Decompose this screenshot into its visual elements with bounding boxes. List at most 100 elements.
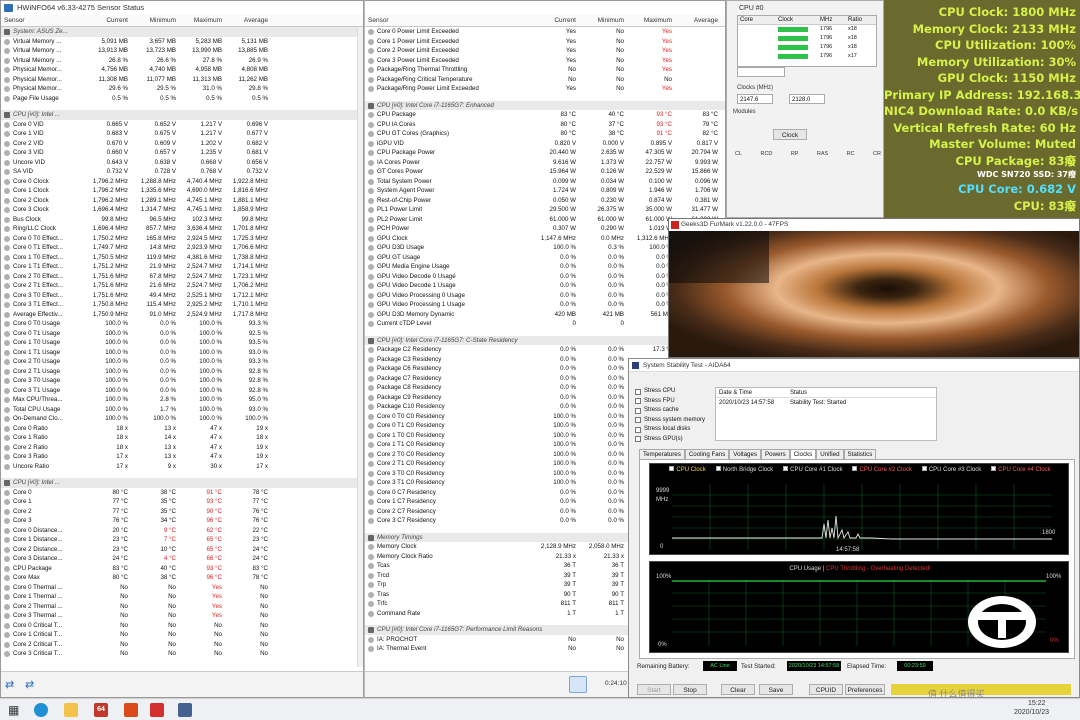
legend-item[interactable]: CPU Core #3 Clock bbox=[921, 466, 981, 473]
nav-left-icon[interactable]: ⇄ bbox=[5, 678, 14, 691]
col-header-current[interactable]: Current bbox=[523, 15, 579, 26]
legend-checkbox[interactable] bbox=[921, 466, 927, 471]
section-header[interactable]: CPU [#0]: Intel Core i7-1165G7: Enhanced bbox=[365, 100, 725, 110]
sensor-row[interactable]: Core 3 T0 Usage 100.0 % 0.0 % 100.0 % 92.8 % bbox=[1, 376, 363, 386]
sensor-row[interactable]: Bus Clock 99.8 MHz 96.5 MHz 102.3 MHz 99.8 M… bbox=[1, 215, 363, 225]
sensor-row[interactable]: Virtual Memory ... 5,091 MB 3,657 MB 5,283 … bbox=[1, 37, 363, 47]
sensor-row[interactable]: Core Max 80 °C 38 °C 96 °C 78 °C bbox=[1, 573, 363, 583]
stop-button[interactable]: Stop bbox=[673, 684, 707, 695]
hwinfo64-icon[interactable]: 64 bbox=[94, 703, 108, 717]
stress-checkbox[interactable] bbox=[635, 388, 641, 395]
legend-checkbox[interactable] bbox=[715, 466, 721, 471]
hwinfo-title-bar[interactable]: HWiNFO64 v6.33-4275 Sensor Status bbox=[1, 1, 363, 15]
sensor-row[interactable]: Core 2 Clock 1,796.2 MHz 1,289.1 MHz 4,745.… bbox=[1, 196, 363, 206]
sensor-row[interactable]: Core 0 T1 Effect... 1,749.7 MHz 14.8 MHz 2,… bbox=[1, 243, 363, 253]
sensor-row[interactable]: Core 0 T0 Effect... 1,750.2 MHz 165.8 MHz 2… bbox=[1, 234, 363, 244]
sensor-row[interactable]: Core 3 76 °C 34 °C 96 °C 76 °C bbox=[1, 516, 363, 526]
legend-checkbox[interactable] bbox=[669, 466, 675, 471]
preferences-button[interactable]: Preferences bbox=[845, 684, 885, 695]
stress-checkbox[interactable] bbox=[635, 426, 641, 433]
sensor-row[interactable]: Core 3 Clock 1,696.4 MHz 1,314.7 MHz 4,745.… bbox=[1, 205, 363, 215]
cpuz-dropdown[interactable] bbox=[737, 67, 785, 77]
legend-item[interactable]: CPU Core #4 Clock bbox=[991, 466, 1051, 473]
section-header[interactable]: System: ASUS Ze... bbox=[1, 27, 363, 37]
sensor-row[interactable]: CPU Package 83 °C 40 °C 93 °C 83 °C bbox=[1, 564, 363, 574]
sensor-row[interactable]: IA Cores Power 9.616 W 1.373 W 22.757 W 9.99… bbox=[365, 158, 725, 168]
cpuz-clock-button[interactable]: Clock bbox=[773, 129, 807, 140]
aida64-icon[interactable] bbox=[150, 703, 164, 717]
hwinfo-left-scrollbar[interactable] bbox=[357, 27, 363, 667]
legend-checkbox[interactable] bbox=[852, 466, 858, 471]
stress-option[interactable]: Stress cache bbox=[635, 406, 715, 416]
sensor-row[interactable]: Core 2 Distance... 23 °C 10 °C 65 °C 24 °C bbox=[1, 545, 363, 555]
sensor-row[interactable]: PL1 Power Limit 29.500 W 26.375 W 35.000 W 3… bbox=[365, 205, 725, 215]
sensor-row[interactable]: Core 3 T0 Effect... 1,751.6 MHz 49.4 MHz 2,… bbox=[1, 291, 363, 301]
stress-checkbox[interactable] bbox=[635, 417, 641, 424]
sensor-row[interactable]: Core 3 VID 0.660 V 0.657 V 1.235 V 0.681 V bbox=[1, 148, 363, 158]
col-header-sensor[interactable]: Sensor bbox=[365, 15, 523, 26]
sensor-row[interactable]: Physical Memor... 11,308 MB 11,077 MB 11,31… bbox=[1, 75, 363, 85]
sensor-row[interactable]: Core 1 Distance... 23 °C 7 °C 65 °C 23 °C bbox=[1, 535, 363, 545]
sensor-row[interactable]: Core 2 77 °C 35 °C 90 °C 76 °C bbox=[1, 507, 363, 517]
cpuid-button[interactable]: CPUID bbox=[809, 684, 843, 695]
sensor-row[interactable]: Package/Ring Power Limit Exceeded Yes No Ye… bbox=[365, 84, 725, 94]
sensor-row[interactable]: CPU IA Cores 80 °C 37 °C 93 °C 79 °C bbox=[365, 120, 725, 130]
sensor-row[interactable]: Core 3 Power Limit Exceeded Yes No Yes bbox=[365, 56, 725, 66]
sensor-row[interactable]: Core 2 Thermal ... No No Yes No bbox=[1, 602, 363, 612]
sensor-row[interactable]: Core 0 Distance... 20 °C 9 °C 62 °C 22 °C bbox=[1, 526, 363, 536]
sensor-row[interactable]: Core 1 T1 Effect... 1,751.2 MHz 21.9 MHz 2,… bbox=[1, 262, 363, 272]
sensor-row[interactable]: Core 0 80 °C 38 °C 91 °C 78 °C bbox=[1, 488, 363, 498]
legend-checkbox[interactable] bbox=[991, 466, 997, 471]
stress-checkbox[interactable] bbox=[635, 398, 641, 405]
cpuz-icon[interactable] bbox=[178, 703, 192, 717]
save-button[interactable]: Save bbox=[759, 684, 793, 695]
furmark-icon[interactable] bbox=[124, 703, 138, 717]
sensor-row[interactable]: Physical Memor... 4,756 MB 4,740 MB 4,958 M… bbox=[1, 65, 363, 75]
sensor-row[interactable]: iGPU VID 0.820 V 0.000 V 0.895 V 0.817 V bbox=[365, 139, 725, 149]
sensor-row[interactable]: Core 2 Power Limit Exceeded Yes No Yes bbox=[365, 46, 725, 56]
sensor-row[interactable]: Core 2 T0 Effect... 1,751.6 MHz 67.8 MHz 2,… bbox=[1, 272, 363, 282]
col-header-average[interactable]: Average bbox=[675, 15, 721, 26]
sensor-row[interactable]: Rest-of-Chip Power 0.050 W 0.230 W 0.874 W 0… bbox=[365, 196, 725, 206]
hwinfo-left-sensor-list[interactable]: System: ASUS Ze... Virtual Memory ... 5,09… bbox=[1, 27, 363, 666]
sensor-row[interactable]: Core 3 Critical T... No No No No bbox=[1, 649, 363, 659]
sensor-row[interactable]: Package/Ring Thermal Throttling No No Yes bbox=[365, 65, 725, 75]
sensor-row[interactable]: Core 2 T0 Usage 100.0 % 0.0 % 100.0 % 93.3 % bbox=[1, 357, 363, 367]
sensor-row[interactable]: On-Demand Clo... 100.0 % 100.0 % 100.0 % 100… bbox=[1, 414, 363, 424]
legend-item[interactable]: North Bridge Clock bbox=[715, 466, 773, 473]
sensor-row[interactable]: Core 3 T1 Effect... 1,750.8 MHz 115.4 MHz 2… bbox=[1, 300, 363, 310]
sensor-row[interactable]: SA VID 0.732 V 0.728 V 0.768 V 0.732 V bbox=[1, 167, 363, 177]
sensor-row[interactable]: Uncore Ratio 17 x 9 x 30 x 17 x bbox=[1, 462, 363, 472]
aida-title-bar[interactable]: System Stability Test - AIDA64 bbox=[629, 359, 1079, 372]
sensor-row[interactable]: Core 2 Ratio 18 x 13 x 47 x 19 x bbox=[1, 443, 363, 453]
sensor-row[interactable]: Uncore VID 0.643 V 0.638 V 0.668 V 0.656 V bbox=[1, 158, 363, 168]
start-button[interactable]: Start bbox=[637, 684, 671, 695]
sensor-row[interactable]: GT Cores Power 15.964 W 0.126 W 22.529 W 15.… bbox=[365, 167, 725, 177]
sensor-row[interactable]: CPU Package 83 °C 40 °C 93 °C 83 °C bbox=[365, 110, 725, 120]
sensor-row[interactable]: Core 0 Power Limit Exceeded Yes No Yes bbox=[365, 27, 725, 37]
sensor-row[interactable]: Core 0 T1 Usage 100.0 % 0.0 % 100.0 % 92.5 % bbox=[1, 329, 363, 339]
sensor-row[interactable]: Core 0 Ratio 18 x 13 x 47 x 19 x bbox=[1, 424, 363, 434]
legend-item[interactable]: CPU Clock bbox=[669, 466, 706, 473]
sensor-row[interactable]: Total CPU Usage 100.0 % 1.7 % 100.0 % 93.0 % bbox=[1, 405, 363, 415]
sensor-row[interactable]: Core 3 T1 Usage 100.0 % 0.0 % 100.0 % 92.8 % bbox=[1, 386, 363, 396]
stress-option[interactable]: Stress GPU(s) bbox=[635, 435, 715, 445]
col-header-sensor[interactable]: Sensor bbox=[1, 15, 79, 26]
col-header-minimum[interactable]: Minimum bbox=[131, 15, 179, 26]
sensor-row[interactable]: Core 3 Thermal ... No No Yes No bbox=[1, 611, 363, 621]
sensor-row[interactable]: Core 0 Clock 1,796.2 MHz 1,288.8 MHz 4,740.… bbox=[1, 177, 363, 187]
sensor-row[interactable]: Core 1 Ratio 18 x 14 x 47 x 18 x bbox=[1, 433, 363, 443]
nav-right-icon[interactable]: ⇄ bbox=[25, 678, 34, 691]
sensor-row[interactable]: CPU Package Power 20.440 W 2.635 W 47.305 W… bbox=[365, 148, 725, 158]
sensor-row[interactable]: Max CPU/Threa... 100.0 % 2.8 % 100.0 % 95.0 … bbox=[1, 395, 363, 405]
sensor-row[interactable]: Core 1 T0 Effect... 1,750.5 MHz 119.9 MHz 4… bbox=[1, 253, 363, 263]
sensor-row[interactable]: Ring/LLC Clock 1,696.4 MHz 857.7 MHz 3,636.… bbox=[1, 224, 363, 234]
sensor-row[interactable]: Core 2 T1 Usage 100.0 % 0.0 % 100.0 % 92.8 % bbox=[1, 367, 363, 377]
sensor-row[interactable]: Package/Ring Critical Temperature No No No bbox=[365, 75, 725, 85]
col-header-maximum[interactable]: Maximum bbox=[179, 15, 225, 26]
col-header-minimum[interactable]: Minimum bbox=[579, 15, 627, 26]
sensor-row[interactable]: Core 0 Critical T... No No No No bbox=[1, 621, 363, 631]
legend-item[interactable]: CPU Core #2 Clock bbox=[852, 466, 912, 473]
sensor-row[interactable]: Total System Power 0.099 W 0.034 W 0.100 W 0… bbox=[365, 177, 725, 187]
sensor-row[interactable]: Physical Memor... 29.6 % 29.5 % 31.0 % 29.8 … bbox=[1, 84, 363, 94]
